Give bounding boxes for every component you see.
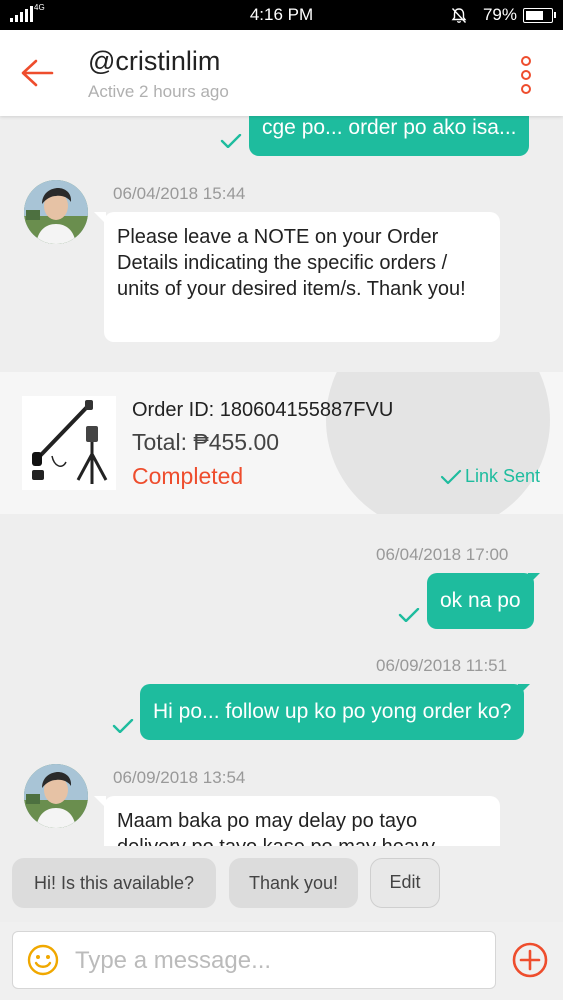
message-bubble-incoming[interactable]: Please leave a NOTE on your Order Detail… [94,212,500,342]
message-timestamp: 06/09/2018 11:51 [376,656,508,675]
order-card[interactable]: Order ID: 180604155887FVU Total: ₱455.00… [0,372,563,514]
quick-reply-bar: Hi! Is this available? Thank you! Edit [0,846,563,922]
active-status: Active 2 hours ago [88,82,229,101]
edit-quick-replies-button[interactable]: Edit [370,858,440,908]
link-sent-status: Link Sent [440,466,540,487]
back-arrow-icon[interactable] [20,58,54,88]
quick-reply-chip[interactable]: Thank you! [229,858,358,908]
message-timestamp: 06/04/2018 17:00 [376,545,509,564]
order-status: Completed [132,463,244,489]
message-bubble-incoming[interactable]: Maam baka po may delay po tayo delivery … [94,796,500,846]
emoji-icon[interactable] [27,944,59,976]
message-composer [0,922,563,1000]
message-bubble-outgoing[interactable]: ok na po [427,573,540,629]
message-timestamp: 06/04/2018 15:44 [113,184,246,203]
status-bar: 4G 4:16 PM 79% [0,0,563,30]
message-bubble-outgoing[interactable]: Hi po... follow up ko po yong order ko? [140,684,531,740]
message-timestamp: 06/09/2018 13:54 [113,768,246,787]
read-check-icon [398,608,420,622]
avatar[interactable] [24,180,88,244]
order-id: Order ID: 180604155887FVU [132,399,394,421]
message-input[interactable] [73,942,487,980]
status-time: 4:16 PM [249,5,314,24]
more-options-icon[interactable] [520,56,532,94]
order-total: Total: ₱455.00 [132,429,280,455]
product-thumbnail[interactable] [22,396,116,490]
battery-icon [523,8,556,23]
link-sent-check-icon [440,469,462,484]
message-text: delivery po tayo kase po may heavy [117,834,487,846]
chat-username: @cristinlim [88,46,221,76]
message-bubble-outgoing[interactable]: cge po... order po ako isa... [249,116,530,156]
message-text: Maam baka po may delay po tayo [117,810,418,832]
read-check-icon [112,719,134,733]
decorative-circle [326,372,550,514]
read-check-icon [220,134,242,148]
link-sent-label: Link Sent [465,466,541,486]
add-circle-icon[interactable] [512,942,548,978]
avatar[interactable] [24,764,88,828]
chat-area[interactable]: cge po... order po ako isa... 06/04/2018… [0,116,563,846]
mute-bell-icon [451,7,467,29]
chat-header: @cristinlim Active 2 hours ago [0,30,563,116]
battery-percent: 79% [482,5,517,24]
quick-reply-chip[interactable]: Hi! Is this available? [12,858,216,908]
message-box[interactable] [12,931,496,989]
